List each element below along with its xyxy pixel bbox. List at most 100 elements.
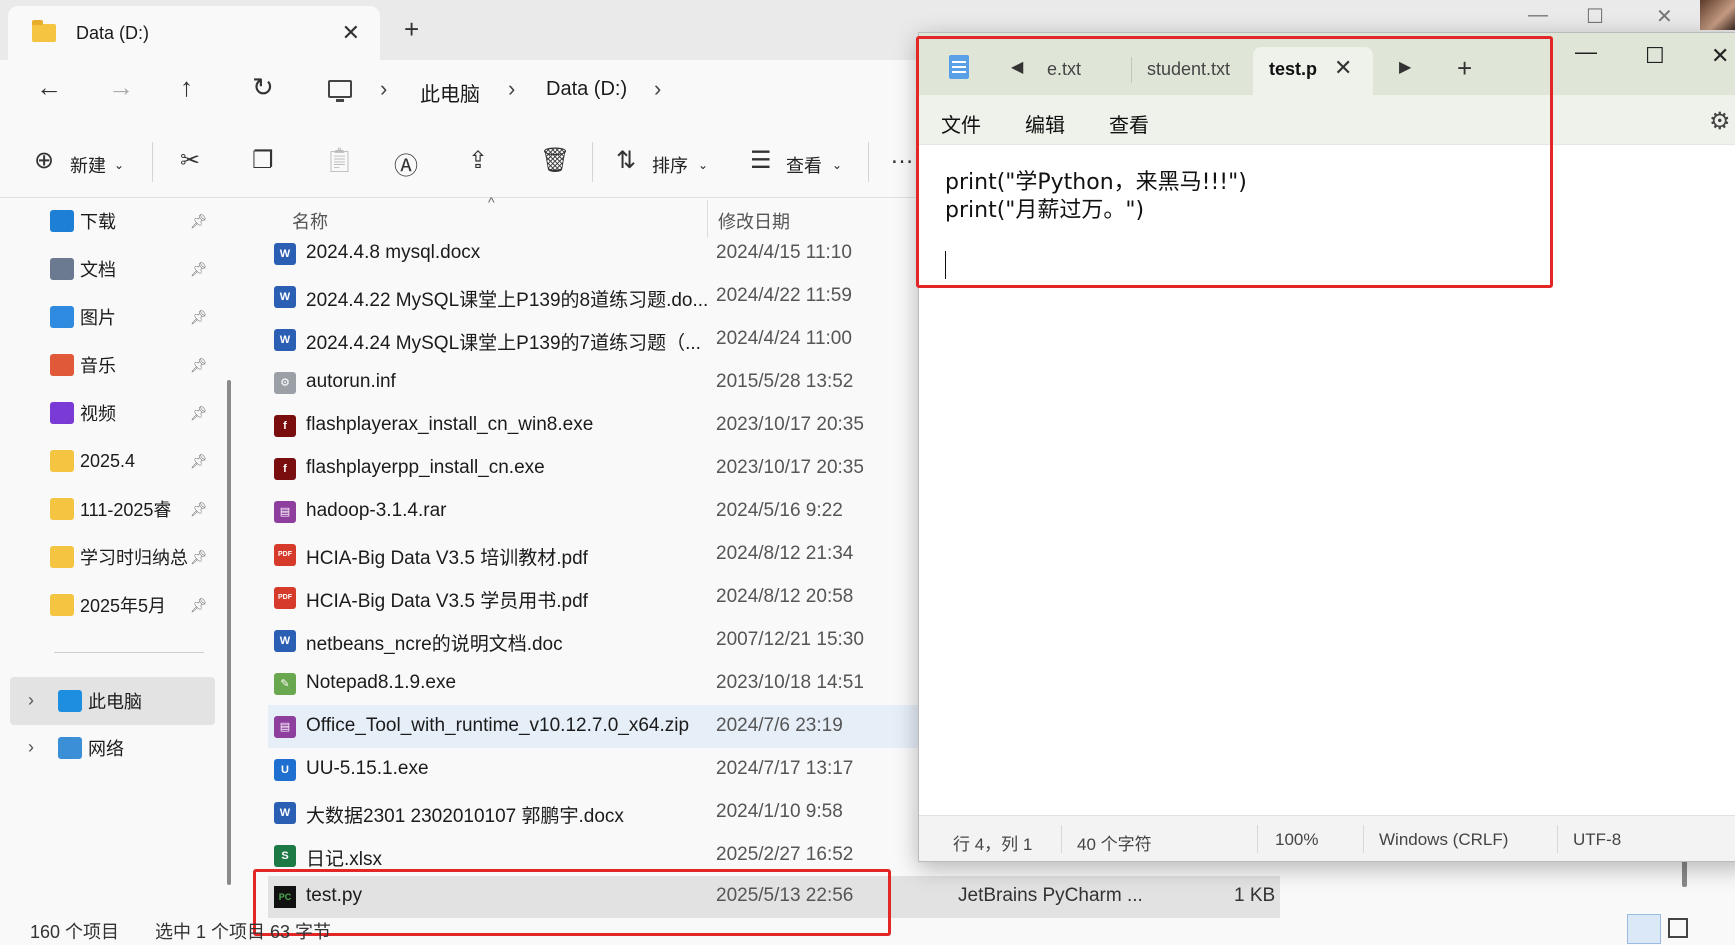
chevron-right-icon[interactable]: › (654, 76, 661, 102)
sidebar-item-4[interactable]: 视频 (50, 393, 116, 433)
table-row[interactable]: W 2024.4.24 MySQL课堂上P139的7道练习题（... 2024/4/… (268, 318, 918, 361)
sidebar-item-7[interactable]: 学习时归纳总 (50, 537, 188, 577)
rename-icon[interactable]: Ⓐ (394, 146, 418, 181)
status-line-ending[interactable]: Windows (CRLF) (1379, 830, 1508, 850)
pin-icon[interactable]: 📌︎ (190, 261, 208, 278)
paste-icon[interactable]: 📋︎ (324, 146, 354, 175)
new-button[interactable]: 新建 (70, 152, 106, 178)
chevron-right-icon[interactable]: › (380, 76, 387, 102)
sidebar-scrollbar[interactable] (227, 380, 231, 885)
status-encoding[interactable]: UTF-8 (1573, 830, 1621, 850)
tab-e-txt[interactable]: e.txt (1047, 59, 1081, 80)
sidebar-item-label: 2025年5月 (80, 596, 167, 616)
sidebar-this-pc-label[interactable]: 此电脑 (58, 681, 142, 721)
sidebar-item-label: 2025.4 (80, 450, 136, 471)
sidebar-item-6[interactable]: 111-2025睿 (50, 489, 171, 529)
more-options-icon[interactable]: … (890, 142, 914, 170)
back-arrow-icon[interactable]: ← (36, 72, 62, 103)
minimize-button[interactable]: — (1528, 4, 1548, 27)
delete-icon[interactable]: 🗑︎ (540, 146, 570, 175)
table-row-selected[interactable]: PC test.py 2025/5/13 22:56 JetBrains PyC… (268, 876, 1280, 918)
sidebar-item-8[interactable]: 2025年5月 (50, 585, 166, 625)
table-row[interactable]: W 2024.4.22 MySQL课堂上P139的8道练习题.do... 2024/… (268, 275, 918, 318)
sort-button[interactable]: 排序 (652, 152, 688, 178)
chevron-right-icon[interactable]: › (28, 690, 34, 711)
close-button[interactable]: ✕ (1711, 43, 1729, 69)
cut-icon[interactable]: ✂ (180, 146, 200, 175)
new-tab-button[interactable]: + (1457, 53, 1472, 84)
forward-arrow-icon[interactable]: → (108, 72, 134, 103)
table-row[interactable]: ▤ Office_Tool_with_runtime_v10.12.7.0_x64… (268, 705, 918, 748)
column-header-date[interactable]: 修改日期 (718, 208, 790, 234)
table-row[interactable]: W 大数据2301 2302010107 郭鹏宇.docx 2024/1/10 9:… (268, 791, 918, 834)
explorer-tab[interactable]: Data (D:) ✕ (8, 6, 380, 60)
chevron-down-icon[interactable]: ⌄ (114, 158, 124, 172)
menu-edit[interactable]: 编辑 (1025, 109, 1065, 138)
table-row[interactable]: PDF HCIA-Big Data V3.5 培训教材.pdf 2024/8/12 … (268, 533, 918, 576)
tab-student-txt[interactable]: student.txt (1147, 59, 1230, 80)
pin-icon[interactable]: 📌︎ (190, 501, 208, 518)
pin-icon[interactable]: 📌︎ (190, 549, 208, 566)
plus-circle-icon[interactable]: ⊕ (34, 146, 54, 175)
view-icon[interactable]: ☰ (750, 146, 772, 175)
table-row[interactable]: PDF HCIA-Big Data V3.5 学员用书.pdf 2024/8/12 … (268, 576, 918, 619)
pin-icon[interactable]: 📌︎ (190, 357, 208, 374)
table-row[interactable]: ⚙ autorun.inf 2015/5/28 13:52 (268, 361, 918, 404)
table-row[interactable]: U UU-5.15.1.exe 2024/7/17 13:17 (268, 748, 918, 791)
column-header-name[interactable]: 名称 (292, 208, 328, 234)
sidebar-item-0[interactable]: 下载 (50, 201, 116, 241)
pin-icon[interactable]: 📌︎ (190, 597, 208, 614)
chevron-right-icon[interactable]: › (28, 737, 34, 758)
table-row[interactable]: ▤ hadoop-3.1.4.rar 2024/5/16 9:22 (268, 490, 918, 533)
file-date: 2007/12/21 15:30 (716, 629, 864, 650)
menu-view[interactable]: 查看 (1109, 109, 1149, 138)
maximize-button[interactable]: ☐ (1645, 43, 1665, 69)
active-tab-label[interactable]: test.p (1269, 59, 1317, 80)
close-button[interactable]: ✕ (1656, 4, 1673, 29)
folder-icon (50, 498, 74, 520)
copy-icon[interactable]: ❐ (252, 146, 274, 175)
details-view-button[interactable] (1627, 914, 1661, 944)
scroll-tabs-right-icon[interactable]: ▶ (1399, 57, 1411, 77)
sidebar-item-3[interactable]: 音乐 (50, 345, 116, 385)
chevron-down-icon[interactable]: ⌄ (698, 158, 708, 172)
table-row[interactable]: f flashplayerpp_install_cn.exe 2023/10/17 … (268, 447, 918, 490)
up-arrow-icon[interactable]: ↑ (180, 72, 193, 103)
table-row[interactable]: f flashplayerax_install_cn_win8.exe 2023/1… (268, 404, 918, 447)
close-tab-icon[interactable]: ✕ (342, 20, 360, 46)
close-tab-icon[interactable]: ✕ (1334, 55, 1352, 81)
sidebar-item-2[interactable]: 图片 (50, 297, 116, 337)
sort-ascending-icon: ^ (488, 194, 495, 210)
scroll-tabs-left-icon[interactable]: ◀ (1011, 57, 1023, 77)
minimize-button[interactable]: — (1575, 39, 1597, 65)
pin-icon[interactable]: 📌︎ (190, 309, 208, 326)
new-tab-button[interactable]: + (404, 14, 419, 45)
pin-icon[interactable]: 📌︎ (190, 213, 208, 230)
pin-icon[interactable]: 📌︎ (190, 453, 208, 470)
sidebar-item-network[interactable]: 网络 (58, 728, 124, 768)
gear-icon[interactable]: ⚙ (1709, 107, 1731, 136)
tiles-view-button[interactable] (1668, 918, 1688, 938)
table-row[interactable]: W 2024.4.8 mysql.docx 2024/4/15 11:10 (268, 232, 918, 275)
breadcrumb-this-pc[interactable]: 此电脑 (420, 78, 480, 107)
refresh-icon[interactable]: ↻ (252, 72, 274, 103)
chevron-right-icon[interactable]: › (508, 76, 515, 102)
flash-icon: f (274, 458, 296, 480)
editor-text[interactable]: print("学Python，来黑马!!!") print("月薪过万。") (945, 169, 1247, 225)
maximize-button[interactable]: ☐ (1586, 4, 1604, 29)
table-row[interactable]: ✎ Notepad8.1.9.exe 2023/10/18 14:51 (268, 662, 918, 705)
share-icon[interactable]: ⇪ (468, 146, 488, 175)
sidebar-item-1[interactable]: 文档 (50, 249, 116, 289)
archive-icon: ▤ (274, 501, 296, 523)
breadcrumb-data-d[interactable]: Data (D:) (546, 78, 627, 101)
table-row[interactable]: S 日记.xlsx 2025/2/27 16:52 (268, 834, 918, 877)
sort-icon[interactable]: ⇅ (616, 146, 636, 175)
pycharm-icon: PC (274, 886, 296, 908)
table-row[interactable]: Wnetbeans_ncre的说明文档.doc 2007/12/21 15:30 (268, 619, 918, 662)
sidebar-item-5[interactable]: 2025.4 (50, 441, 135, 481)
pin-icon[interactable]: 📌︎ (190, 405, 208, 422)
menu-file[interactable]: 文件 (941, 109, 981, 138)
chevron-down-icon[interactable]: ⌄ (832, 158, 842, 172)
view-button[interactable]: 查看 (786, 152, 822, 178)
status-zoom[interactable]: 100% (1275, 830, 1318, 850)
